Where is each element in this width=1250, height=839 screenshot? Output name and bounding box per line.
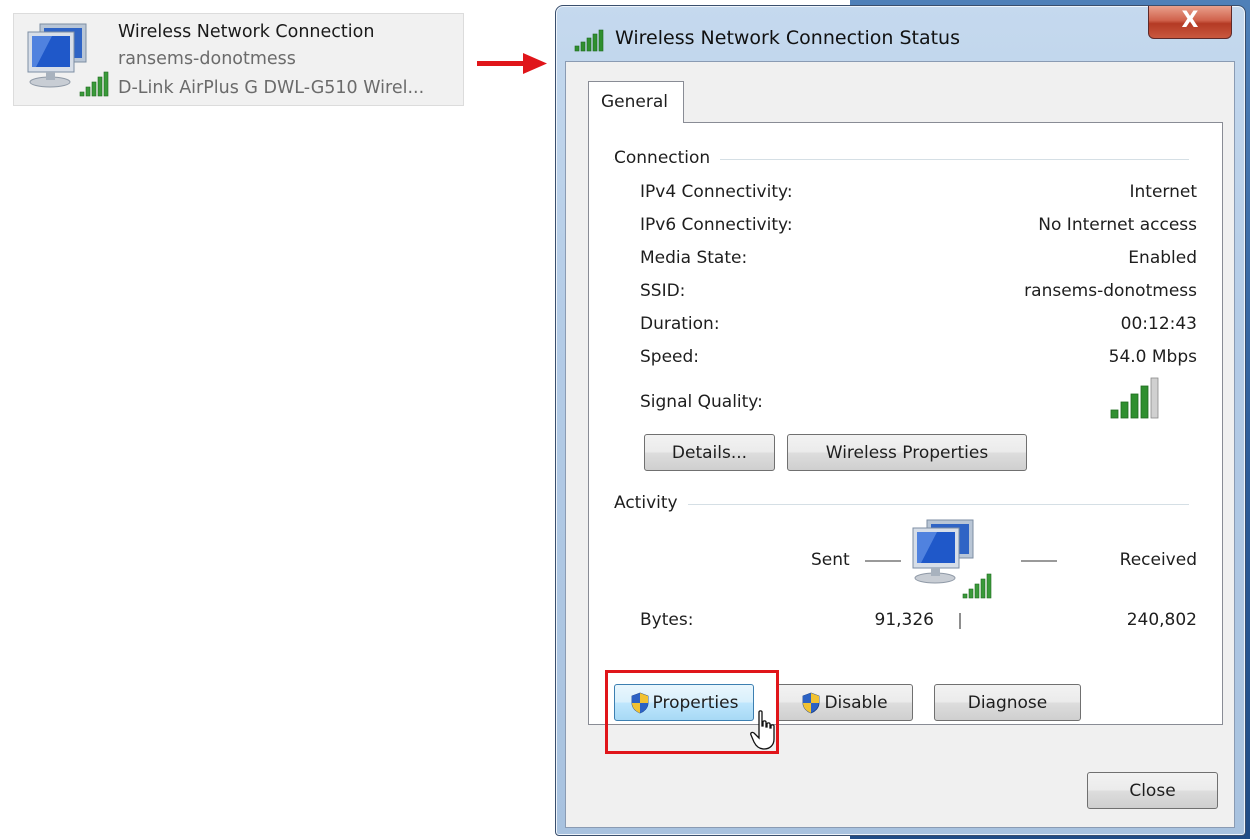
bytes-sent-value: 91,326 — [874, 610, 934, 630]
activity-heading: Activity — [614, 493, 688, 513]
media-state-label: Media State: — [640, 248, 748, 268]
signal-bar — [1110, 409, 1119, 419]
close-window-button[interactable]: X — [1148, 6, 1232, 39]
signal-bar — [1140, 385, 1149, 419]
ssid-value: ransems-donotmess — [1024, 281, 1197, 301]
bytes-label: Bytes: — [640, 610, 694, 630]
received-dash — [1021, 560, 1057, 562]
adapter-device: D-Link AirPlus G DWL-G510 Wirel... — [118, 78, 425, 98]
bytes-divider — [959, 613, 961, 629]
disable-button[interactable]: Disable — [776, 684, 913, 721]
signal-quality-icon — [1110, 377, 1159, 419]
duration-label: Duration: — [640, 314, 720, 334]
ipv4-label: IPv4 Connectivity: — [640, 182, 793, 202]
diagnose-button-label: Diagnose — [967, 692, 1048, 713]
speed-label: Speed: — [640, 347, 700, 367]
red-arrow-icon — [477, 53, 547, 74]
bytes-received-value: 240,802 — [1126, 610, 1197, 630]
connection-heading: Connection — [614, 148, 721, 168]
signal-bar — [1130, 393, 1139, 419]
tab-general[interactable]: General — [588, 81, 684, 123]
ssid-label: SSID: — [640, 281, 686, 301]
close-button-label: Close — [1129, 780, 1176, 801]
close-button[interactable]: Close — [1087, 772, 1218, 809]
adapter-name: Wireless Network Connection — [118, 22, 375, 42]
ipv6-value: No Internet access — [1038, 215, 1197, 235]
speed-value: 54.0 Mbps — [1108, 347, 1197, 367]
details-button[interactable]: Details... — [644, 434, 775, 471]
received-label: Received — [1119, 550, 1197, 570]
signal-quality-label: Signal Quality: — [640, 392, 763, 412]
sent-label: Sent — [811, 550, 850, 570]
ipv6-label: IPv6 Connectivity: — [640, 215, 793, 235]
network-computers-icon — [27, 23, 109, 97]
signal-strength-icon — [574, 29, 604, 52]
diagnose-button[interactable]: Diagnose — [934, 684, 1081, 721]
media-state-value: Enabled — [1128, 248, 1197, 268]
signal-bar — [1120, 401, 1129, 419]
duration-value: 00:12:43 — [1120, 314, 1197, 334]
ipv4-value: Internet — [1129, 182, 1197, 202]
window-title: Wireless Network Connection Status — [615, 27, 960, 49]
sent-dash — [865, 560, 901, 562]
adapter-card[interactable]: Wireless Network Connection ransems-dono… — [13, 13, 464, 106]
wireless-properties-button[interactable]: Wireless Properties — [787, 434, 1027, 471]
details-button-label: Details... — [671, 442, 748, 463]
mouse-cursor-icon — [750, 710, 775, 750]
signal-bar — [1150, 377, 1159, 419]
network-activity-icon — [912, 519, 992, 599]
wireless-properties-label: Wireless Properties — [825, 442, 989, 463]
uac-shield-icon — [803, 692, 820, 713]
adapter-ssid: ransems-donotmess — [118, 49, 296, 69]
disable-button-label: Disable — [824, 692, 888, 713]
close-icon: X — [1181, 8, 1199, 33]
activity-group-line — [613, 504, 1189, 505]
general-tab-page: Connection IPv4 Connectivity: Internet I… — [588, 122, 1223, 725]
